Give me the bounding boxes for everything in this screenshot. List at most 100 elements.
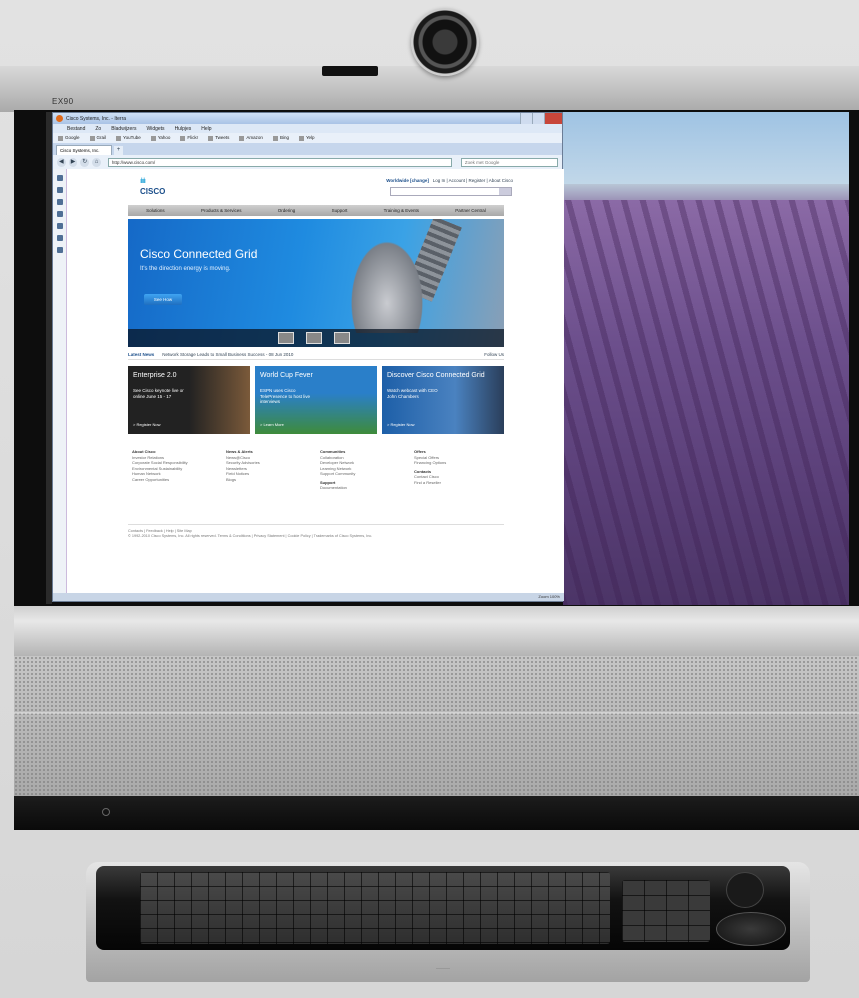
promo-connected-grid[interactable]: Discover Cisco Connected Grid Watch webc… [382,366,504,434]
copyright-text: © 1992-2010 Cisco Systems, Inc. All righ… [128,534,373,538]
bookmark-item[interactable]: YouTube [116,135,141,141]
mail-panel-icon[interactable] [56,187,63,193]
widgets-panel-icon[interactable] [56,247,63,253]
notes-panel-icon[interactable] [56,211,63,217]
news-headline[interactable]: Network Storage Leads to Small Business … [162,352,293,357]
copyright-footer: Contacts | Feedback | Help | Site Map © … [128,524,504,539]
search-input[interactable]: Zoek met Google [460,157,559,167]
nav-training-events[interactable]: Training & Events [384,208,419,213]
nav-products-services[interactable]: Products & Services [201,208,242,213]
bookmark-icon [150,135,156,141]
bookmark-label: Grail [96,135,107,141]
bookmark-icon [298,135,304,141]
keyboard-keys[interactable] [140,872,610,944]
promo-enterprise[interactable]: Enterprise 2.0 See Cisco keynote live or… [128,366,250,434]
bookmark-item[interactable]: Yahoo [150,135,170,141]
keyboard-numpad[interactable] [622,880,710,942]
hero-thumbnail[interactable] [278,332,294,344]
tab-bar: Cisco Systems, Inc. + [53,143,562,155]
menu-item[interactable]: Bestand [67,126,85,132]
tab-cisco[interactable]: Cisco Systems, Inc. [56,145,112,155]
hero-thumbnail[interactable] [306,332,322,344]
bookmarks-panel-icon[interactable] [56,175,63,181]
back-icon[interactable]: ◀ [57,157,66,167]
minimize-icon[interactable] [520,113,532,124]
promo-description: See Cisco keynote live or online June 15… [133,388,184,399]
news-label: Latest News [128,352,155,357]
nav-solutions[interactable]: Solutions [146,208,165,213]
promo-world-cup[interactable]: World Cup Fever ESPN uses Cisco TelePres… [255,366,377,434]
footer-link[interactable]: Career Opportunities [132,477,222,483]
zoom-control[interactable]: Zoom 100% [538,593,560,601]
speaker-divider [14,712,859,714]
address-bar[interactable]: http://www.cisco.com/ [107,157,452,167]
footer-link[interactable]: Blogs [226,477,316,483]
browser-sidebar [53,169,67,593]
power-button-icon[interactable] [102,808,110,816]
contacts-panel-icon[interactable] [56,199,63,205]
menu-item[interactable]: Help [201,126,211,132]
title-bar[interactable]: Cisco Systems, Inc. - Iterra [53,113,562,124]
bookmark-item[interactable]: Google [58,135,80,141]
footer-links: About Cisco Investor Relations Corporate… [128,449,504,519]
status-bar: Zoom 100% [53,593,564,601]
see-how-button[interactable]: See How [144,294,182,305]
promo-link[interactable]: > Learn More [260,422,284,427]
browser-logo-icon[interactable] [56,115,63,122]
nav-support[interactable]: Support [332,208,348,213]
bookmark-label: Flickr [187,135,199,141]
top-links: Worldwide [change] Log In | Account | Re… [386,178,513,183]
reload-icon[interactable]: ↻ [80,157,90,167]
bookmark-label: Yelp [305,135,315,141]
bookmark-label: Tweets [215,135,230,141]
cisco-logo-bars[interactable]: ılıılı [140,178,146,185]
nav-partner-central[interactable]: Partner Central [455,208,486,213]
downloads-panel-icon[interactable] [56,223,63,229]
forward-icon[interactable]: ▶ [68,157,78,167]
new-tab-button[interactable]: + [114,146,123,155]
footer-link[interactable]: Support Community [320,471,410,477]
monitor-base [14,796,859,830]
promo-link[interactable]: > Register Now [133,422,160,427]
hero-thumbnail[interactable] [334,332,350,344]
bookmark-icon [208,135,214,141]
bookmark-icon [58,135,63,141]
footer-column: About Cisco Investor Relations Corporate… [128,449,222,519]
navigation-dial-icon[interactable] [726,872,764,908]
home-icon[interactable]: ⌂ [92,157,101,167]
bookmark-label: Amazon [246,135,263,141]
menu-item[interactable]: Hulpjes [175,126,192,132]
menu-item[interactable]: Bladwijzers [111,126,136,132]
close-icon[interactable] [544,113,562,124]
menu-item[interactable]: Widgets [147,126,165,132]
promo-link[interactable]: > Register Now [387,422,414,427]
bookmark-item[interactable]: Amazon [239,135,263,141]
browser-window[interactable]: Cisco Systems, Inc. - Iterra Bestand Zo … [52,112,564,602]
model-label: EX90 [52,97,74,106]
bookmark-item[interactable]: Bing [272,135,289,141]
menu-item[interactable]: Zo [95,126,101,132]
maximize-icon[interactable] [532,113,544,124]
hero-banner[interactable]: Cisco Connected Grid It's the direction … [128,219,504,347]
worldwide-link[interactable]: Worldwide [change] [386,178,429,183]
bookmarks-toolbar: Google Grail YouTube Yahoo Flickr Tweets… [53,133,562,143]
cisco-logo[interactable]: CISCO [140,187,165,196]
history-panel-icon[interactable] [56,235,63,241]
bookmark-item[interactable]: Flickr [180,135,199,141]
bookmark-item[interactable]: Yelp [298,135,315,141]
footer-link[interactable]: Find a Reseller [414,480,504,486]
bookmark-icon [116,135,122,141]
bookmark-item[interactable]: Tweets [208,135,230,141]
touch-controller[interactable] [716,912,786,946]
bookmark-label: YouTube [123,135,141,141]
footer-link[interactable]: Financing Options [414,460,504,466]
lavender-field [563,200,849,605]
bookmark-item[interactable]: Grail [89,135,107,141]
footer-link[interactable]: Documentation [320,485,410,491]
account-links[interactable]: Log In | Account | Register | About Cisc… [433,178,513,183]
search-icon[interactable] [499,188,511,195]
site-search-input[interactable] [390,187,512,196]
telepresence-device: EX90 Cisco Systems, Inc. - Iterra Bestan… [0,0,859,998]
page-viewport[interactable]: ılıılı CISCO Worldwide [change] Log In |… [53,169,564,593]
nav-ordering[interactable]: Ordering [278,208,296,213]
